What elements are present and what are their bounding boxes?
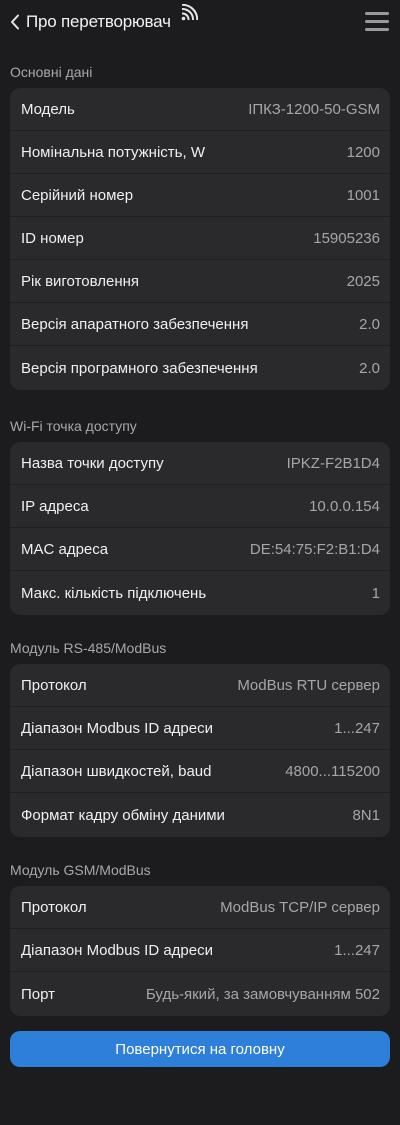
section-title: Основні дані	[10, 64, 93, 80]
info-row: Макс. кількість підключень 1	[10, 571, 390, 615]
info-row: Номінальна потужність, W 1200	[10, 131, 390, 174]
row-value: 8N1	[352, 806, 380, 824]
row-label: MAC адреса	[21, 540, 109, 558]
info-row: Діапазон Modbus ID адреси 1...247	[10, 929, 390, 972]
row-label: Формат кадру обміну даними	[21, 806, 225, 824]
page-title: Про перетворювач	[26, 12, 171, 31]
info-row: Протокол ModBus TCP/IP сервер	[10, 886, 390, 929]
hamburger-menu-icon[interactable]	[365, 11, 389, 33]
info-card: Модель ІПКЗ-1200-50-GSM Номінальна потужні…	[10, 88, 390, 390]
row-label: Серійний номер	[21, 186, 134, 204]
row-label: Протокол	[21, 676, 87, 694]
row-label: Діапазон швидкостей, baud	[21, 762, 212, 780]
row-value: 2.0	[359, 315, 380, 333]
row-label: Номінальна потужність, W	[21, 143, 205, 161]
info-row: Версія програмного забезпечення 2.0	[10, 346, 390, 390]
row-value: 15905236	[313, 229, 380, 247]
row-label: Рік виготовлення	[21, 272, 140, 290]
info-row: Діапазон швидкостей, baud 4800...115200	[10, 750, 390, 793]
row-value: DE:54:75:F2:B1:D4	[249, 540, 380, 558]
info-card: Протокол ModBus TCP/IP сервер Діапазон Mod…	[10, 886, 390, 1016]
row-value: Будь-який, за замовчуванням 502	[145, 985, 380, 1003]
info-row: Модель ІПКЗ-1200-50-GSM	[10, 88, 390, 131]
row-value: IPKZ-F2B1D4	[286, 454, 380, 472]
header-bar: Про перетворювач	[0, 0, 400, 44]
back-button[interactable]: Про перетворювач	[10, 8, 171, 36]
info-row: IP адреса 10.0.0.154	[10, 485, 390, 528]
row-value: 2025	[346, 272, 380, 290]
row-label: Назва точки доступу	[21, 454, 164, 472]
row-label: Модель	[21, 100, 75, 118]
info-card: Назва точки доступу IPKZ-F2B1D4 IP адреса 1…	[10, 442, 390, 615]
row-label: Діапазон Modbus ID адреси	[21, 719, 213, 737]
row-label: Порт	[21, 985, 56, 1003]
row-value: 1	[371, 584, 380, 602]
row-value: 1...247	[334, 941, 380, 959]
info-row: Діапазон Modbus ID адреси 1...247	[10, 707, 390, 750]
row-label: ID номер	[21, 229, 84, 247]
info-row: Серійний номер 1001	[10, 174, 390, 217]
row-label: Макс. кількість підключень	[21, 584, 207, 602]
row-value: 2.0	[359, 359, 380, 377]
info-row: Рік виготовлення 2025	[10, 260, 390, 303]
info-row: Назва точки доступу IPKZ-F2B1D4	[10, 442, 390, 485]
row-value: 1...247	[334, 719, 380, 737]
row-value: ІПКЗ-1200-50-GSM	[248, 100, 380, 118]
row-value: 10.0.0.154	[309, 497, 380, 515]
info-row: ID номер 15905236	[10, 217, 390, 260]
info-row: Формат кадру обміну даними 8N1	[10, 793, 390, 837]
row-label: Версія апаратного забезпечення	[21, 315, 249, 333]
row-label: Версія програмного забезпечення	[21, 359, 258, 377]
wifi-icon	[180, 3, 199, 27]
row-label: IP адреса	[21, 497, 89, 515]
row-value: 1001	[346, 186, 380, 204]
info-row: Протокол ModBus RTU сервер	[10, 664, 390, 707]
chevron-left-icon	[10, 14, 20, 30]
info-card: Протокол ModBus RTU сервер Діапазон Modbus…	[10, 664, 390, 837]
row-value: ModBus TCP/IP сервер	[220, 898, 380, 916]
info-row: Порт Будь-який, за замовчуванням 502	[10, 972, 390, 1016]
row-value: 1200	[346, 143, 380, 161]
row-value: ModBus RTU сервер	[237, 676, 380, 694]
info-row: MAC адреса DE:54:75:F2:B1:D4	[10, 528, 390, 571]
section-title: Wi-Fi точка доступу	[10, 418, 137, 434]
info-row: Версія апаратного забезпечення 2.0	[10, 303, 390, 346]
row-label: Діапазон Modbus ID адреси	[21, 941, 213, 959]
section-title: Модуль GSM/ModBus	[10, 862, 151, 878]
back-to-home-button[interactable]: Повернутися на головну	[10, 1031, 390, 1067]
row-label: Протокол	[21, 898, 87, 916]
row-value: 4800...115200	[285, 762, 380, 780]
section-title: Модуль RS-485/ModBus	[10, 640, 167, 656]
